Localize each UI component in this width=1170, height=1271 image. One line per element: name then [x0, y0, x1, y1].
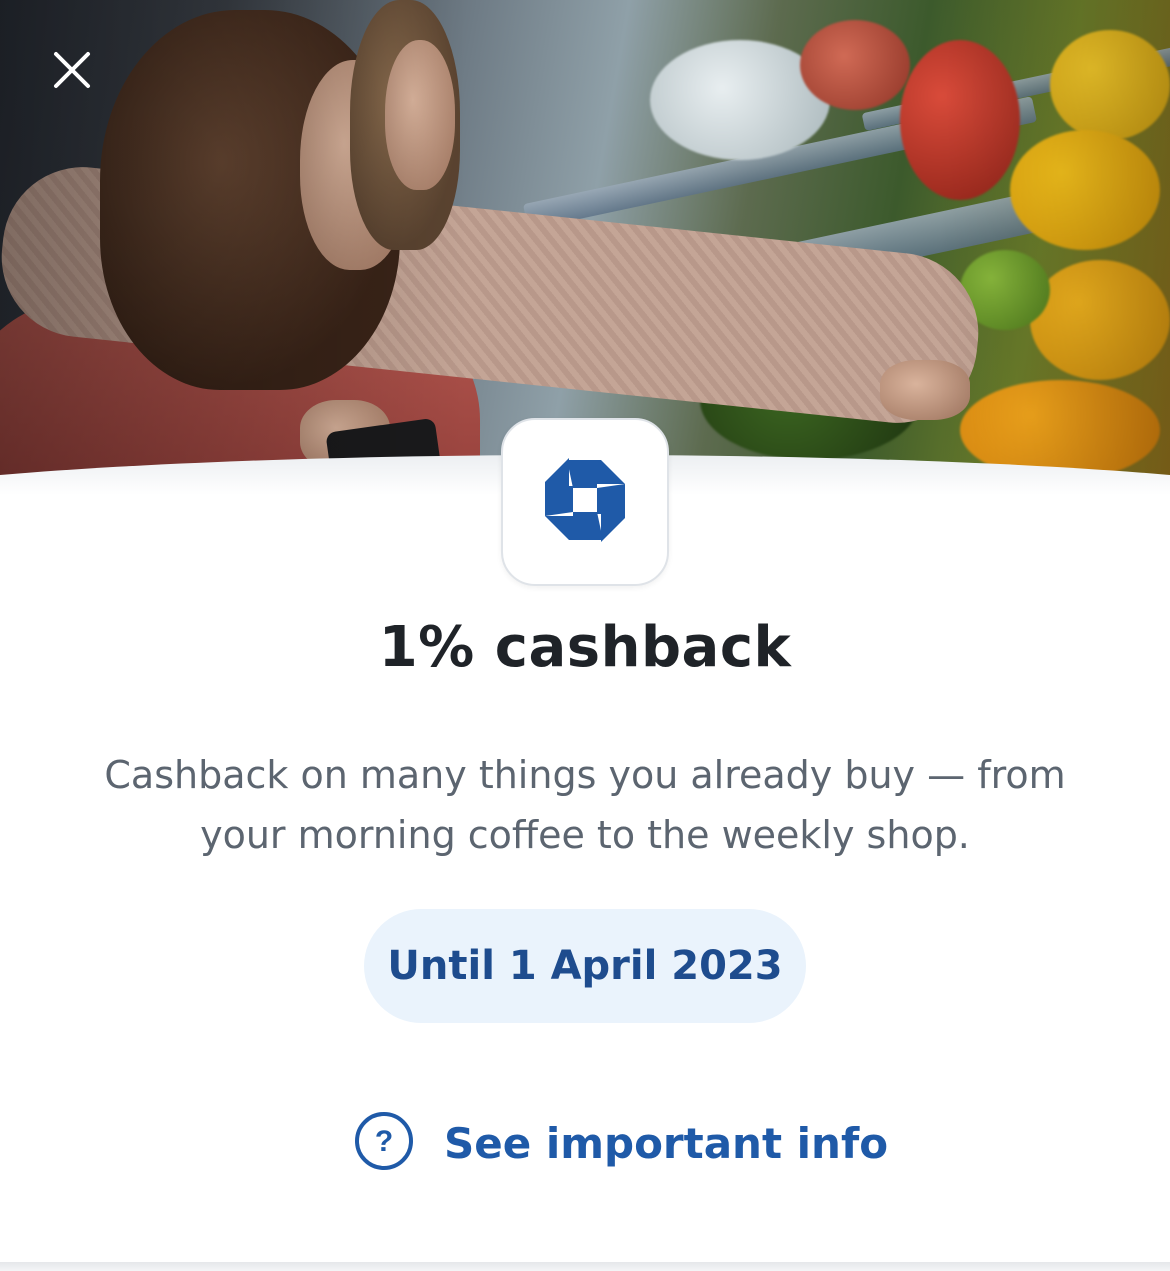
offer-validity-badge: Until 1 April 2023 [364, 909, 806, 1023]
close-button[interactable] [40, 40, 104, 104]
see-important-info-label: See important info [444, 1118, 889, 1168]
offer-validity-text: Until 1 April 2023 [387, 943, 783, 989]
close-icon [52, 50, 92, 94]
chase-octagon-logo-icon [543, 458, 627, 546]
brand-logo-tile [501, 418, 669, 586]
question-circle-icon: ? [354, 1111, 414, 1175]
offer-detail-screen: 1% cashback Cashback on many things you … [0, 0, 1170, 1271]
see-important-info-link[interactable]: ? See important info [354, 1110, 888, 1176]
offer-title: 1% cashback [378, 615, 792, 680]
svg-text:?: ? [375, 1125, 393, 1158]
bottom-divider [0, 1262, 1170, 1271]
offer-description: Cashback on many things you already buy … [104, 753, 1066, 857]
